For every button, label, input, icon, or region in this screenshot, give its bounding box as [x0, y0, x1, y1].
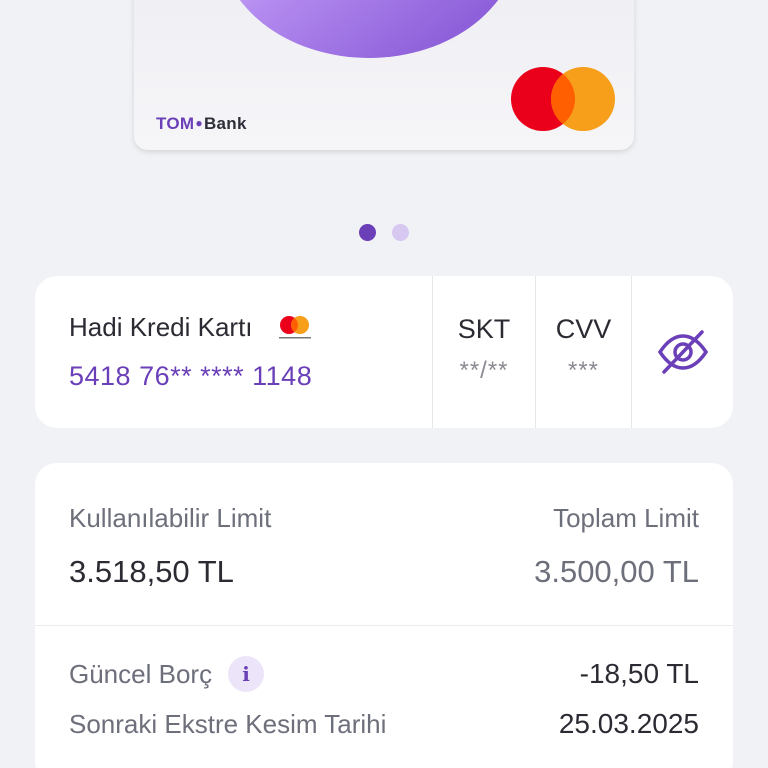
limits-summary: Kullanılabilir Limit 3.518,50 TL Toplam …: [35, 463, 733, 626]
current-debt-value: -18,50 TL: [579, 658, 699, 689]
card-details: Hadi Kredi Kartı 5418 76** **** 1148: [35, 276, 432, 428]
expiry-value: **/**: [459, 357, 509, 384]
mastercard-small-icon: [278, 315, 311, 338]
limits-panel: Kullanılabilir Limit 3.518,50 TL Toplam …: [35, 463, 733, 768]
mastercard-icon: [511, 67, 615, 131]
total-limit-value: 3.500,00 TL: [534, 554, 699, 589]
next-statement-value: 25.03.2025: [558, 708, 699, 739]
current-debt-row: Güncel Borç i -18,50 TL: [35, 656, 733, 692]
available-limit: Kullanılabilir Limit 3.518,50 TL: [69, 503, 271, 625]
card-name-row: Hadi Kredi Kartı: [69, 312, 432, 343]
cvv-label: CVV: [555, 314, 612, 344]
pagination-dot-active[interactable]: [359, 224, 376, 241]
expiry-column: SKT **/**: [432, 276, 535, 428]
bank-logo: TOM●Bank: [156, 114, 247, 133]
card-info-panel: Hadi Kredi Kartı 5418 76** **** 1148 SKT…: [35, 276, 733, 428]
available-limit-value: 3.518,50 TL: [69, 554, 234, 589]
cvv-column: CVV ***: [535, 276, 631, 428]
card-art-ring: [239, 0, 499, 58]
toggle-visibility-button[interactable]: [631, 276, 733, 428]
carousel-pagination: [0, 224, 768, 241]
available-limit-label: Kullanılabilir Limit: [69, 503, 272, 533]
eye-off-icon: [657, 330, 708, 374]
current-debt-label-group: Güncel Borç i: [69, 656, 265, 692]
total-limit: Toplam Limit 3.500,00 TL: [534, 503, 699, 625]
next-statement-label: Sonraki Ekstre Kesim Tarihi: [69, 708, 387, 739]
credit-card-image[interactable]: TOM●Bank: [134, 0, 634, 150]
current-debt-label: Güncel Borç: [69, 658, 213, 689]
card-name: Hadi Kredi Kartı: [69, 312, 253, 342]
pagination-dot[interactable]: [392, 224, 409, 241]
info-icon[interactable]: i: [228, 656, 265, 692]
expiry-label: SKT: [457, 314, 511, 344]
cvv-value: ***: [567, 357, 600, 384]
card-number: 5418 76** **** 1148: [69, 361, 313, 391]
next-statement-row: Sonraki Ekstre Kesim Tarihi 25.03.2025: [35, 708, 733, 740]
total-limit-label: Toplam Limit: [553, 503, 699, 533]
